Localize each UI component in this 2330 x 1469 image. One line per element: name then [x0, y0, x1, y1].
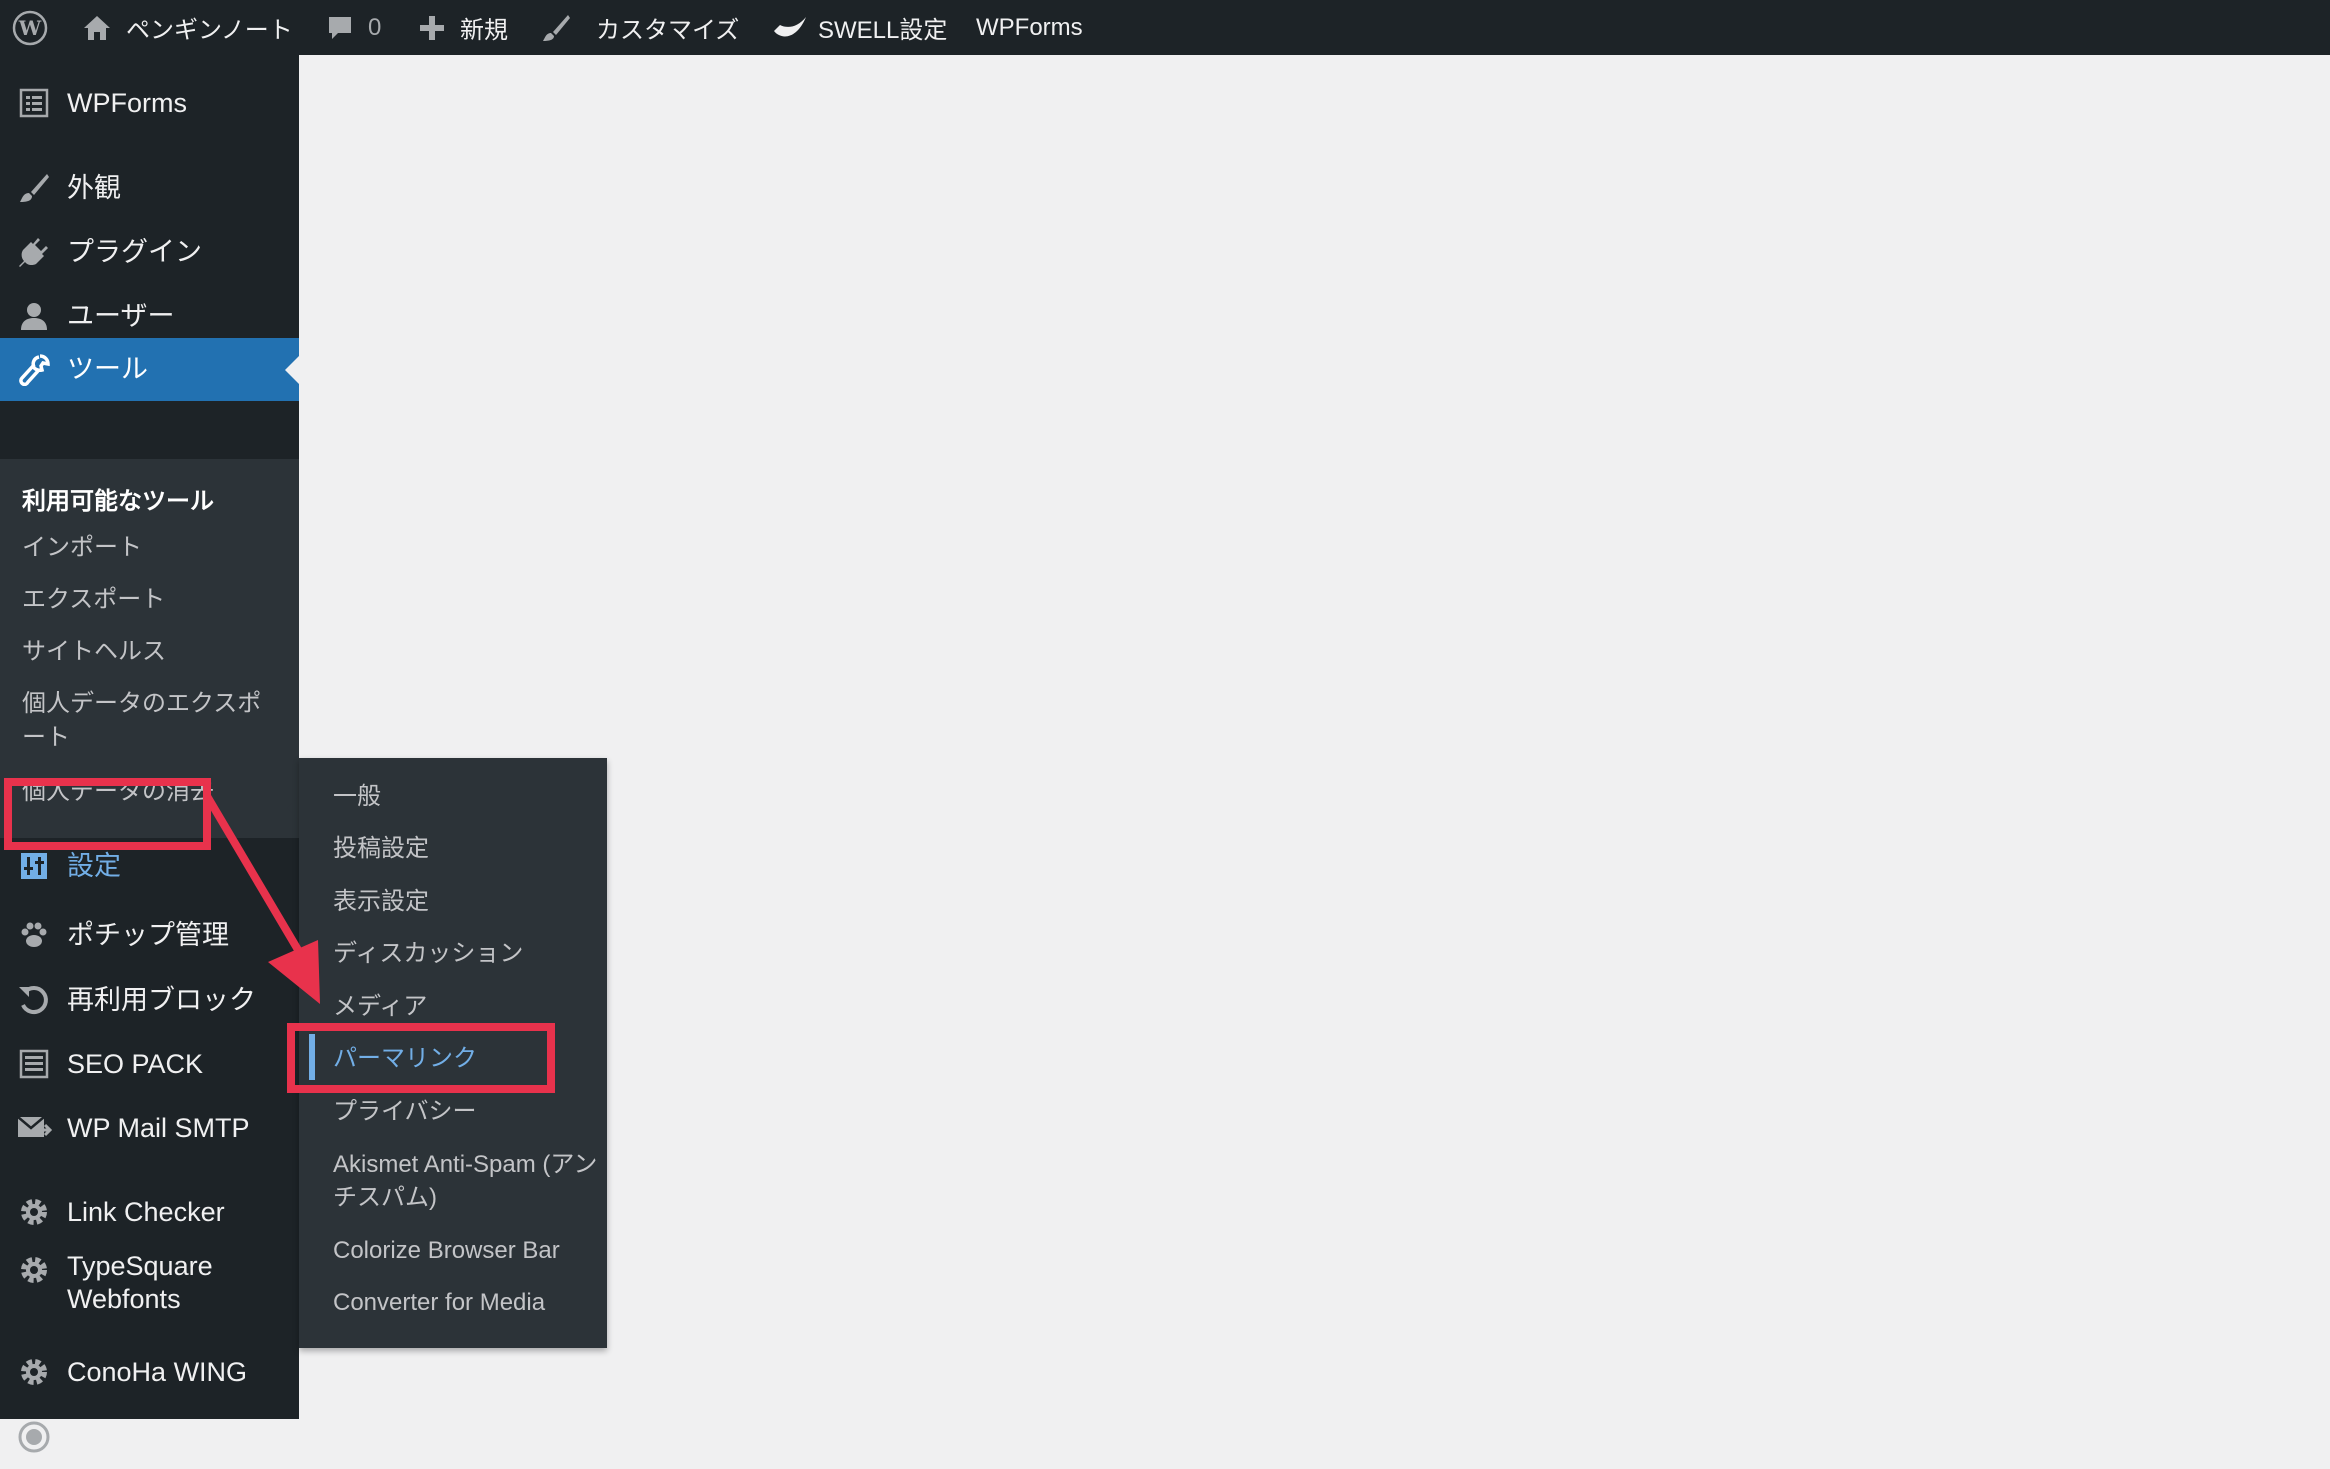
- menu-label-backwpup: BackWPup: [67, 1421, 201, 1452]
- backwpup-icon: [16, 1419, 52, 1455]
- annotation-arrow: [203, 793, 320, 1004]
